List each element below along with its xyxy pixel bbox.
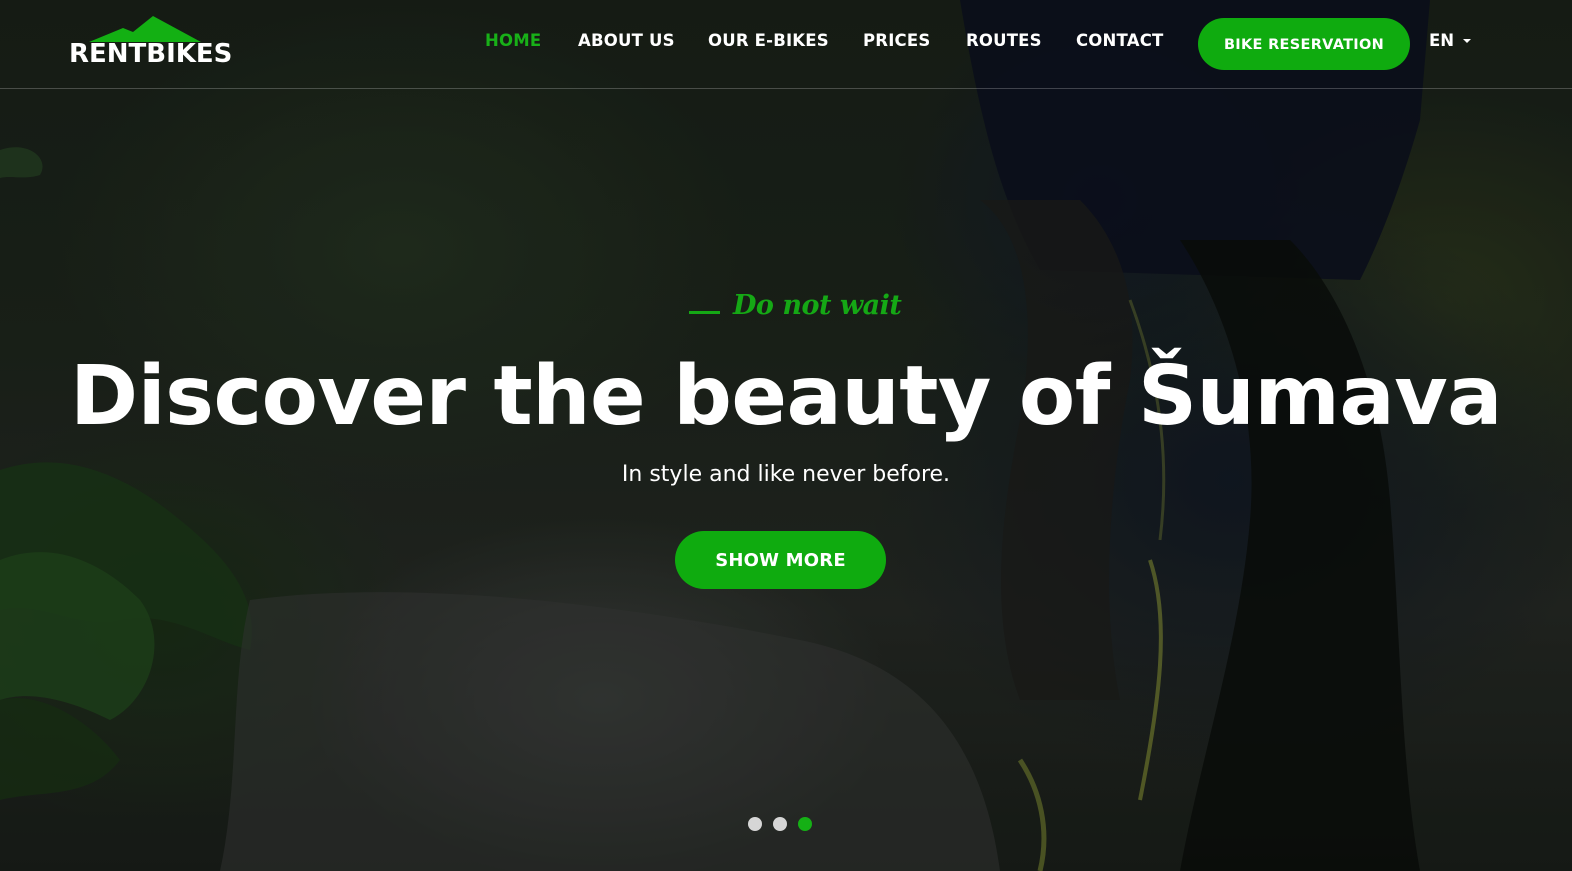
nav-item-routes[interactable]: ROUTES — [966, 30, 1042, 52]
hero-subline: In style and like never before. — [621, 462, 951, 487]
site-header: RENTBIKES HOME ABOUT US OUR E-BIKES PRIC… — [0, 0, 1572, 89]
brand-logo-text: RENTBIKES — [69, 39, 233, 69]
brand-logo[interactable]: RENTBIKES — [69, 14, 232, 70]
nav-item-prices[interactable]: PRICES — [863, 30, 930, 52]
slider-dot-1[interactable] — [748, 817, 762, 831]
show-more-button[interactable]: SHOW MORE — [675, 531, 886, 589]
caret-down-icon[interactable] — [1463, 39, 1471, 43]
hero-tagline: Do not wait — [733, 290, 902, 321]
slider-dot-3[interactable] — [798, 817, 812, 831]
hero-headline: Discover the beauty of Šumava — [70, 349, 1503, 444]
tagline-dash — [689, 311, 720, 314]
nav-item-home[interactable]: HOME — [485, 30, 541, 52]
language-selector[interactable]: EN — [1429, 30, 1454, 52]
slider-dot-2[interactable] — [773, 817, 787, 831]
nav-item-our-e-bikes[interactable]: OUR E-BIKES — [708, 30, 829, 52]
nav-item-contact[interactable]: CONTACT — [1076, 30, 1163, 52]
hero-section: RENTBIKES HOME ABOUT US OUR E-BIKES PRIC… — [0, 0, 1572, 871]
nav-item-about-us[interactable]: ABOUT US — [578, 30, 675, 52]
bike-reservation-button[interactable]: BIKE RESERVATION — [1198, 18, 1410, 70]
